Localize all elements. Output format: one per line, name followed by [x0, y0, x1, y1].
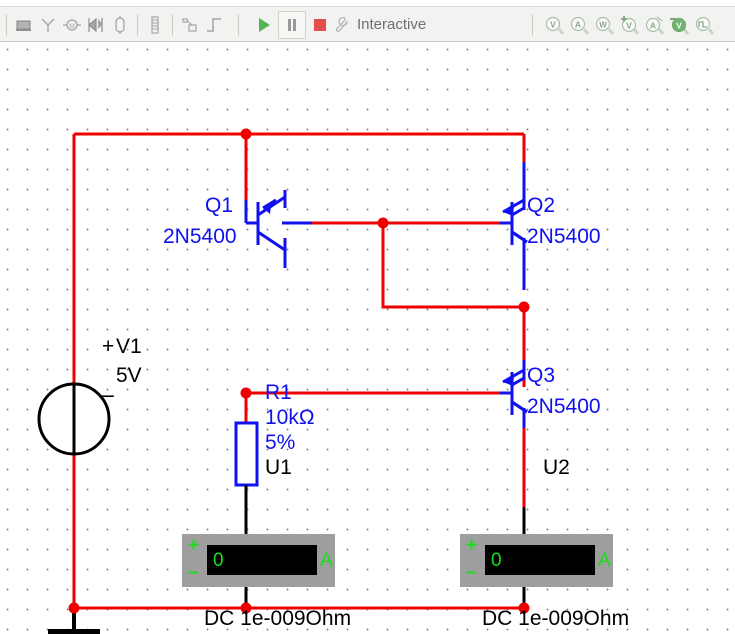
junction-right-mid [518, 301, 530, 313]
svg-text:A: A [649, 20, 655, 30]
differential-voltage-probe-icon[interactable]: V [616, 13, 641, 37]
svg-text:V: V [676, 20, 682, 30]
toolbar-divider [238, 13, 239, 36]
place-capacitor-icon[interactable] [108, 13, 132, 37]
toolbar-divider [172, 13, 173, 36]
v1-designator[interactable]: V1 [116, 336, 142, 357]
u1-plus-terminal: + [188, 535, 200, 556]
differential-current-probe-icon[interactable]: A [641, 13, 666, 37]
waveform-probe-icon[interactable] [691, 13, 716, 37]
place-bus-icon[interactable] [143, 13, 167, 37]
place-transistor-icon[interactable]: M [60, 13, 84, 37]
junction-ground-left [68, 602, 80, 614]
toolbar-divider [137, 13, 138, 36]
probes-group: V A W V A V [527, 10, 716, 40]
toolbar-components-group: M [0, 10, 244, 40]
v1-plus-sign: + [102, 335, 115, 358]
place-diode-icon[interactable] [84, 13, 108, 37]
q1-designator[interactable]: Q1 [205, 195, 233, 216]
svg-text:V: V [626, 20, 632, 30]
wrench-icon [332, 13, 352, 37]
simulation-mode-label: Interactive [357, 16, 427, 33]
power-probe-icon[interactable]: W [591, 13, 616, 37]
place-pulse-icon[interactable] [202, 13, 226, 37]
r1-designator[interactable]: R1 [265, 382, 292, 403]
junction-emitter-mid [377, 217, 389, 229]
schematic-canvas[interactable]: Q1 2N5400 Q2 2N5400 Q3 2N5400 + V1 5V – … [0, 42, 735, 634]
ammeter-u1[interactable]: + – 0 A [182, 534, 335, 587]
voltage-probe-icon[interactable]: V [541, 13, 566, 37]
referenced-voltage-probe-icon[interactable]: V [666, 13, 691, 37]
r1-value[interactable]: 10kΩ [265, 407, 315, 428]
u2-caption: DC 1e-009Ohm [482, 607, 630, 630]
u1-minus-terminal: – [188, 562, 199, 583]
u1-display: 0 [207, 545, 317, 575]
ammeter-u2[interactable]: + – 0 A [460, 534, 613, 587]
toolbar-divider [6, 13, 7, 36]
q2-designator[interactable]: Q2 [527, 195, 555, 216]
wire-base-feedback [381, 223, 524, 309]
simulation-controls-group: Interactive [252, 10, 426, 40]
toolbar-divider [532, 13, 533, 36]
v1-minus-sign: – [101, 381, 114, 407]
place-ground-icon[interactable] [36, 13, 60, 37]
q3-designator[interactable]: Q3 [527, 365, 555, 386]
run-simulation-button[interactable] [252, 13, 276, 37]
current-probe-icon[interactable]: A [566, 13, 591, 37]
u1-caption: DC 1e-009Ohm [204, 607, 352, 630]
r1-tolerance[interactable]: 5% [265, 432, 295, 453]
u2-unit: A [598, 550, 611, 571]
q2-model[interactable]: 2N5400 [527, 226, 601, 247]
u2-plus-terminal: + [466, 535, 478, 556]
place-source-icon[interactable] [12, 13, 36, 37]
svg-text:A: A [574, 19, 580, 29]
place-subcircuit-icon[interactable] [178, 13, 202, 37]
q3-model[interactable]: 2N5400 [527, 396, 601, 417]
u1-reading: 0 [213, 550, 224, 571]
junction-r1-top [240, 387, 252, 399]
svg-text:M: M [69, 23, 75, 30]
voltage-source-v1[interactable] [37, 382, 111, 456]
v1-value[interactable]: 5V [116, 365, 142, 386]
stop-simulation-button[interactable] [308, 13, 332, 37]
u2-minus-terminal: – [466, 562, 477, 583]
u2-reading: 0 [491, 550, 502, 571]
u2-display: 0 [485, 545, 595, 575]
u1-designator[interactable]: U1 [265, 457, 292, 478]
svg-text:V: V [550, 19, 556, 29]
pause-simulation-button[interactable] [278, 10, 306, 39]
resistor-r1[interactable] [234, 421, 259, 487]
transistor-q1[interactable] [257, 195, 286, 252]
svg-text:W: W [599, 20, 607, 29]
main-toolbar: M Interactive V A W V A V [0, 0, 735, 42]
junction-top-q1 [240, 128, 252, 140]
u1-unit: A [320, 550, 333, 571]
u2-designator[interactable]: U2 [543, 457, 570, 478]
q1-model[interactable]: 2N5400 [163, 226, 237, 247]
